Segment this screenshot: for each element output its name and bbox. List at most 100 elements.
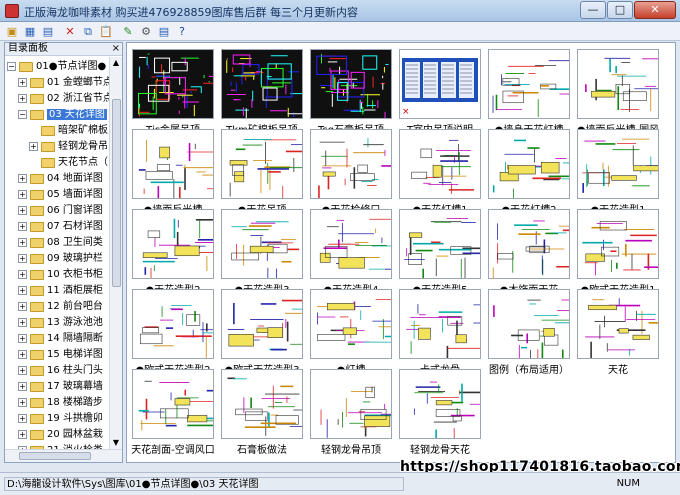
- tree-item[interactable]: +14 隔墙隔断: [18, 331, 103, 347]
- thumbnail-item[interactable]: ●天花造型3: [219, 209, 305, 296]
- thumbnail-preview[interactable]: [488, 129, 570, 199]
- tree-vertical-scrollbar[interactable]: ▲ ▼: [109, 57, 122, 449]
- tree-item[interactable]: +17 玻璃幕墙: [18, 379, 103, 395]
- tree-item[interactable]: +01 金螳螂节点: [18, 75, 109, 91]
- thumbnail-preview[interactable]: [221, 209, 303, 279]
- expand-icon[interactable]: +: [18, 350, 27, 359]
- expand-icon[interactable]: +: [18, 238, 27, 247]
- thumbnail-preview[interactable]: [310, 209, 392, 279]
- thumbnail-preview[interactable]: [221, 289, 303, 359]
- thumbnail-item[interactable]: 天花: [575, 289, 661, 376]
- expand-icon[interactable]: +: [18, 382, 27, 391]
- tree-item[interactable]: − 01●节点详图●: [7, 59, 106, 75]
- tree-item[interactable]: +09 玻璃护栏: [18, 251, 103, 267]
- expand-icon[interactable]: +: [18, 270, 27, 279]
- thumbnail-item[interactable]: ●天花吊顶: [219, 129, 305, 216]
- thumbnail-preview[interactable]: [132, 209, 214, 279]
- close-button[interactable]: ✕: [634, 1, 676, 19]
- view-thumbnails-button[interactable]: ▦: [22, 24, 38, 39]
- expand-icon[interactable]: +: [18, 94, 27, 103]
- expand-icon[interactable]: +: [29, 142, 38, 151]
- tree-item[interactable]: +13 游泳池池: [18, 315, 103, 331]
- tree-item[interactable]: +15 电梯详图: [18, 347, 103, 363]
- tree-item[interactable]: + 轻钢龙骨吊: [29, 139, 108, 155]
- panel-close-icon[interactable]: ×: [112, 43, 120, 55]
- thumbnail-item[interactable]: Tjs金属吊顶: [130, 49, 216, 136]
- thumbnail-item[interactable]: ●欧式天花造型1: [575, 209, 661, 296]
- thumbnail-preview[interactable]: [221, 129, 303, 199]
- thumbnail-preview[interactable]: [577, 289, 659, 359]
- copy-button[interactable]: ⧉: [80, 24, 96, 39]
- tree-item[interactable]: 天花节点（: [29, 155, 108, 171]
- thumbnail-item[interactable]: ●天花灯槽1: [397, 129, 483, 216]
- thumbnail-item[interactable]: ●天花检修口: [308, 129, 394, 216]
- expand-icon[interactable]: +: [18, 414, 27, 423]
- export-button[interactable]: ▤: [156, 24, 172, 39]
- thumbnail-item[interactable]: 轻钢龙骨天花: [397, 369, 483, 456]
- expand-icon[interactable]: +: [18, 254, 27, 263]
- thumbnail-preview[interactable]: [221, 49, 303, 119]
- thumbnail-item[interactable]: ●天花造型2: [130, 209, 216, 296]
- paste-button[interactable]: 📋: [98, 24, 114, 39]
- scroll-up-icon[interactable]: ▲: [110, 57, 122, 69]
- settings-button[interactable]: ⚙: [138, 24, 154, 39]
- thumbnail-item[interactable]: ●欧式天花造型3: [219, 289, 305, 376]
- thumbnail-item[interactable]: ●欧式天花造型2: [130, 289, 216, 376]
- thumbnail-preview[interactable]: [221, 369, 303, 439]
- thumbnail-preview[interactable]: [310, 49, 392, 119]
- edit-button[interactable]: ✎: [120, 24, 136, 39]
- thumbnail-item[interactable]: ●天花灯槽2: [486, 129, 572, 216]
- help-button[interactable]: ?: [174, 24, 190, 39]
- expand-icon[interactable]: +: [18, 286, 27, 295]
- expand-icon[interactable]: +: [18, 174, 27, 183]
- thumbnail-item[interactable]: 石膏板做法: [219, 369, 305, 456]
- thumbnail-item[interactable]: 轻钢龙骨吊顶: [308, 369, 394, 456]
- thumbnail-item[interactable]: ●天花造型1: [575, 129, 661, 216]
- delete-button[interactable]: ✕: [62, 24, 78, 39]
- tree-item[interactable]: +07 石材详图: [18, 219, 103, 235]
- tree-item[interactable]: − 03 天花详图: [18, 107, 107, 123]
- thumbnail-preview[interactable]: [488, 209, 570, 279]
- thumbnail-item[interactable]: ●灯槽: [308, 289, 394, 376]
- tree-item[interactable]: +08 卫生间类: [18, 235, 103, 251]
- tree-item[interactable]: +11 酒柜展柜: [18, 283, 103, 299]
- collapse-icon[interactable]: −: [7, 62, 16, 71]
- thumbnail-preview[interactable]: [399, 369, 481, 439]
- tree-item[interactable]: +06 门窗详图: [18, 203, 103, 219]
- tree-item[interactable]: +02 浙江省节点: [18, 91, 109, 107]
- thumbnail-preview[interactable]: ×: [399, 49, 481, 119]
- view-list-button[interactable]: ▤: [40, 24, 56, 39]
- thumbnail-preview[interactable]: [132, 369, 214, 439]
- thumbnail-item[interactable]: 卡式龙骨: [397, 289, 483, 376]
- tree-item[interactable]: +16 柱头门头: [18, 363, 103, 379]
- tree-horizontal-scrollbar[interactable]: [5, 449, 122, 462]
- thumbnail-item[interactable]: ●木饰面天花: [486, 209, 572, 296]
- thumbnail-item[interactable]: ●天花造型4: [308, 209, 394, 296]
- thumbnail-preview[interactable]: [310, 369, 392, 439]
- tree-item[interactable]: +18 楼梯踏步: [18, 395, 103, 411]
- expand-icon[interactable]: +: [18, 78, 27, 87]
- thumbnail-item[interactable]: Tsg石膏板吊顶: [308, 49, 394, 136]
- minimize-button[interactable]: —: [580, 1, 606, 19]
- thumbnail-item[interactable]: ●墙面反光槽-圆风: [575, 49, 661, 136]
- tree-item[interactable]: +10 衣柜书柜: [18, 267, 103, 283]
- thumbnail-preview[interactable]: [310, 289, 392, 359]
- collapse-icon[interactable]: −: [18, 110, 27, 119]
- expand-icon[interactable]: +: [18, 334, 27, 343]
- thumbnail-preview[interactable]: [577, 49, 659, 119]
- expand-icon[interactable]: +: [18, 302, 27, 311]
- tree-item[interactable]: 暗架矿棉板: [29, 123, 108, 139]
- thumbnail-preview[interactable]: [399, 209, 481, 279]
- thumbnail-item[interactable]: Tkm矿棉板吊顶: [219, 49, 305, 136]
- scroll-thumb[interactable]: [112, 99, 121, 287]
- thumbnail-preview[interactable]: [488, 289, 570, 359]
- thumbnail-preview[interactable]: [488, 49, 570, 119]
- thumbnail-preview[interactable]: [132, 129, 214, 199]
- expand-icon[interactable]: +: [18, 222, 27, 231]
- hscroll-thumb[interactable]: [19, 452, 91, 460]
- expand-icon[interactable]: +: [18, 206, 27, 215]
- thumbnail-item[interactable]: 天花剖面-空调风口: [130, 369, 216, 456]
- tree-item[interactable]: +04 地面详图: [18, 171, 103, 187]
- tree-item[interactable]: +05 墙面详图: [18, 187, 103, 203]
- maximize-button[interactable]: □: [607, 1, 633, 19]
